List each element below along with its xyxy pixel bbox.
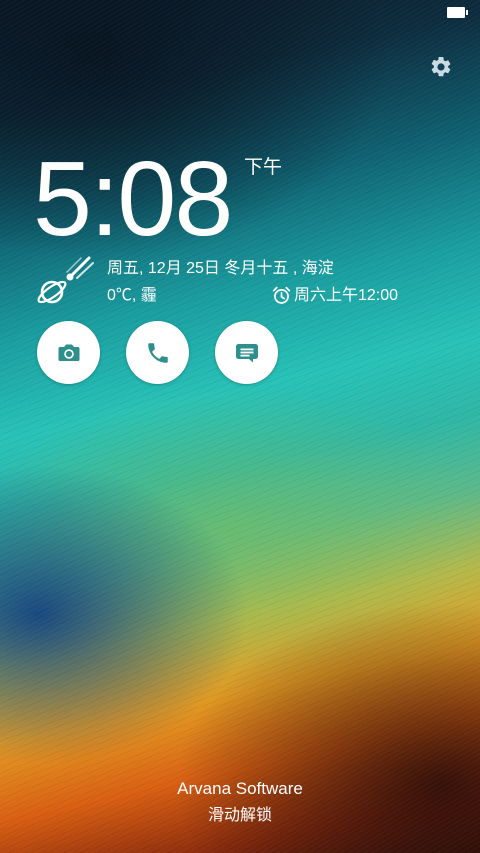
camera-icon	[58, 344, 79, 361]
temperature-text: 0℃, 霾	[107, 287, 157, 304]
messages-button[interactable]	[215, 321, 278, 384]
slide-to-unlock-hint[interactable]: 滑动解锁	[0, 804, 480, 826]
settings-button[interactable]	[429, 55, 453, 79]
next-alarm: 周六上午12:00	[271, 285, 398, 306]
clock-ampm: 下午	[244, 156, 283, 178]
message-icon	[235, 343, 258, 362]
haze-weather-icon	[37, 254, 97, 308]
company-label: Arvana Software	[177, 779, 303, 798]
alarm-clock-icon	[272, 286, 291, 304]
wallpaper	[0, 0, 480, 853]
phone-button[interactable]	[126, 321, 189, 384]
gear-icon	[431, 56, 451, 77]
date-location-text: 周五, 12月 25日 冬月十五 , 海淀	[107, 260, 334, 277]
alarm-time-text: 周六上午12:00	[294, 286, 399, 304]
camera-button[interactable]	[37, 321, 100, 384]
battery-icon	[447, 7, 468, 18]
phone-icon	[147, 342, 168, 363]
clock-time: 5:08	[33, 140, 233, 258]
